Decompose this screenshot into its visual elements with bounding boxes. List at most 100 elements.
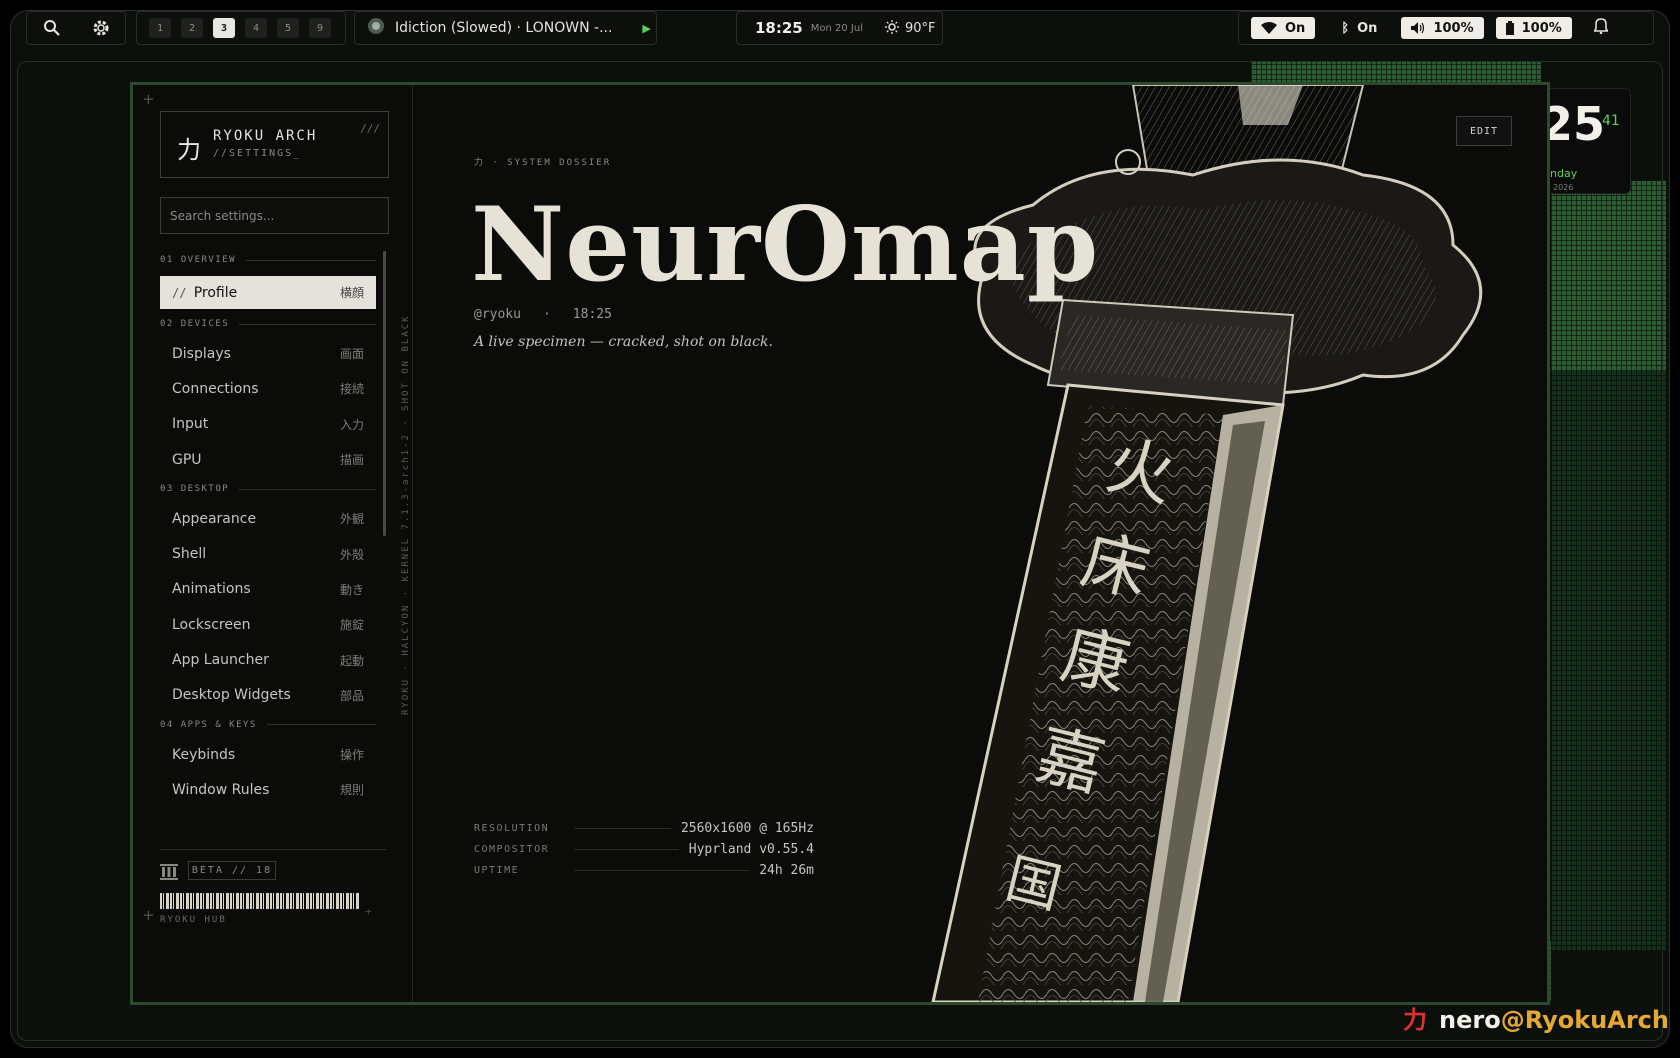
workspace-4[interactable]: 4	[245, 18, 267, 38]
sidebar-item-label: Profile	[172, 285, 238, 301]
sidebar-item-label: Animations	[172, 581, 251, 598]
section-apps-keys: 04 APPS & KEYS	[160, 713, 376, 737]
sidebar-item-label: Lockscreen	[172, 616, 251, 633]
spec-key: UPTIME	[474, 865, 520, 876]
profile-time: 18:25	[572, 307, 612, 322]
sun-icon	[884, 19, 899, 38]
sidebar-item-displays[interactable]: Displays 画面	[160, 336, 376, 371]
brand-mark: ///	[360, 122, 380, 135]
sidebar-scrollbar[interactable]	[383, 251, 386, 536]
sidebar-item-connections[interactable]: Connections 接続	[160, 371, 376, 406]
battery-status[interactable]: 100%	[1495, 17, 1572, 39]
sidebar-item-animations[interactable]: Animations 動き	[160, 572, 376, 607]
bluetooth-icon: ᛒ	[1341, 20, 1350, 36]
workspace-9[interactable]: 9	[309, 18, 331, 38]
sidebar-item-jp: 横顔	[339, 286, 364, 300]
page-title: NeurOmap	[471, 185, 1100, 305]
album-art-icon	[367, 17, 385, 39]
sidebar-item-shell[interactable]: Shell 外殻	[160, 536, 376, 571]
sidebar-item-label: Shell	[172, 546, 207, 563]
sidebar-item-profile[interactable]: Profile 横顔	[160, 276, 376, 309]
spec-value: 24h 26m	[759, 863, 814, 878]
volume-control[interactable]: 100%	[1401, 17, 1484, 39]
widget-hour: 25	[1541, 97, 1606, 151]
sidebar-nav: 01 OVERVIEW Profile 横顔 02 DEVICES Displa…	[160, 248, 376, 808]
corner-mark: +	[143, 905, 154, 926]
bluetooth-toggle[interactable]: ᛒ On	[1331, 17, 1387, 39]
sidebar-border	[412, 85, 413, 1002]
section-overview: 01 OVERVIEW	[160, 248, 376, 272]
workspace-2[interactable]: 2	[181, 18, 203, 38]
brand-card: 力 RYOKU ARCH //SETTINGS_ ///	[160, 111, 389, 178]
workspace-3[interactable]: 3	[213, 18, 235, 38]
spec-key: COMPOSITOR	[474, 844, 550, 855]
search-icon[interactable]	[41, 17, 63, 39]
widget-seconds: 41	[1602, 113, 1620, 129]
sidebar: + + 力 RYOKU ARCH //SETTINGS_ /// 01 OVER…	[133, 85, 413, 1002]
sidebar-item-jp: 入力	[339, 417, 364, 432]
sidebar-item-input[interactable]: Input 入力	[160, 407, 376, 442]
sidebar-item-label: App Launcher	[172, 652, 269, 669]
section-desktop: 03 DESKTOP	[160, 477, 376, 501]
spec-value: Hyprland v0.55.4	[688, 842, 814, 857]
profile-meta: @ryoku · 18:25	[474, 307, 612, 322]
hub-label: RYOKU HUB	[160, 915, 227, 925]
sidebar-item-jp: 施錠	[339, 618, 364, 633]
search-input[interactable]	[160, 197, 389, 234]
play-icon[interactable]: ▶	[642, 22, 650, 35]
corner-mark: +	[365, 905, 372, 918]
wifi-icon	[1261, 22, 1277, 34]
wifi-toggle[interactable]: On	[1251, 17, 1316, 39]
spec-row: UPTIME 24h 26m	[474, 860, 814, 881]
workspace-1[interactable]: 1	[149, 18, 171, 38]
spec-value: 2560x1600 @ 165Hz	[680, 821, 814, 836]
corner-mark: +	[143, 89, 154, 110]
sidebar-item-app-launcher[interactable]: App Launcher 起動	[160, 642, 376, 677]
sidebar-item-jp: 外殻	[339, 547, 364, 562]
spec-row: COMPOSITOR Hyprland v0.55.4	[474, 839, 814, 860]
sidebar-item-desktop-widgets[interactable]: Desktop Widgets 部品	[160, 678, 376, 713]
sidebar-item-jp: 接続	[339, 382, 364, 397]
sidebar-item-window-rules[interactable]: Window Rules 規則	[160, 772, 376, 807]
launcher-group	[26, 11, 126, 45]
sidebar-item-jp: 描画	[339, 453, 364, 468]
section-devices: 02 DEVICES	[160, 312, 376, 336]
gear-icon[interactable]	[90, 17, 112, 39]
media-title: Idiction (Slowed) · LONOWN -...	[395, 20, 613, 36]
spec-row: RESOLUTION 2560x1600 @ 165Hz	[474, 818, 814, 839]
bluetooth-status: On	[1357, 20, 1378, 36]
sidebar-item-label: GPU	[172, 451, 202, 468]
sidebar-item-jp: 起動	[339, 653, 364, 668]
edit-button[interactable]: EDIT	[1456, 116, 1512, 146]
clock-time: 18:25	[755, 19, 803, 37]
clock-date: Mon 20 Jul	[810, 22, 863, 34]
battery-level: 100%	[1521, 20, 1562, 36]
user-host: @RyokuArch	[1500, 1006, 1669, 1034]
sidebar-item-label: Desktop Widgets	[172, 687, 291, 704]
sidebar-item-jp: 操作	[339, 748, 364, 763]
barcode	[160, 893, 360, 909]
sidebar-item-jp: 規則	[339, 783, 364, 798]
bell-icon[interactable]	[1591, 18, 1610, 38]
sidebar-item-lockscreen[interactable]: Lockscreen 施錠	[160, 607, 376, 642]
sidebar-item-appearance[interactable]: Appearance 外観	[160, 501, 376, 536]
vertical-kernel-label: RYOKU · HALCYON · KERNEL 7.1.3-arch1-2 ·…	[401, 314, 411, 715]
sidebar-item-label: Keybinds	[172, 746, 236, 763]
sidebar-item-label: Window Rules	[172, 781, 270, 798]
user-name: nero	[1439, 1006, 1501, 1034]
workspace-switcher: 1 2 3 4 5 9	[136, 11, 346, 45]
volume-icon	[1411, 22, 1425, 34]
sidebar-item-label: Input	[172, 416, 209, 433]
battery-icon	[1505, 21, 1514, 35]
brand-subtitle: //SETTINGS_	[213, 148, 302, 159]
clock-weather[interactable]: 18:25 Mon 20 Jul 90°F	[736, 11, 943, 45]
settings-window: + + 力 RYOKU ARCH //SETTINGS_ /// 01 OVER…	[130, 82, 1550, 1005]
workspace-5[interactable]: 5	[277, 18, 299, 38]
sidebar-item-keybinds[interactable]: Keybinds 操作	[160, 737, 376, 772]
media-player[interactable]: Idiction (Slowed) · LONOWN -... ▶	[354, 11, 657, 45]
volume-level: 100%	[1433, 20, 1474, 36]
user-kanji: 力	[1403, 1006, 1427, 1034]
sidebar-item-gpu[interactable]: GPU 描画	[160, 442, 376, 477]
wifi-status: On	[1285, 20, 1306, 36]
breadcrumb: 力 · SYSTEM DOSSIER	[474, 158, 612, 168]
